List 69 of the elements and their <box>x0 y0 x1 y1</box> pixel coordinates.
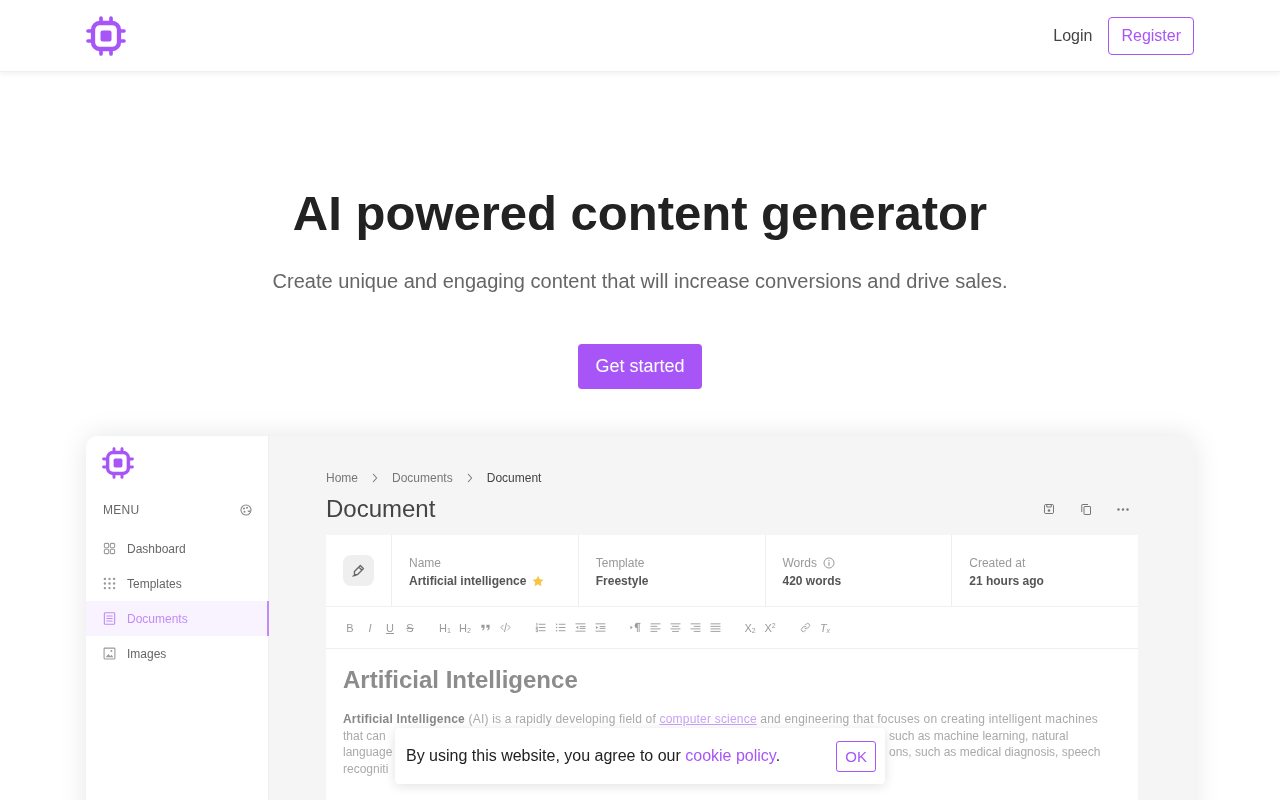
palette-icon[interactable] <box>240 504 252 516</box>
document-icon <box>103 612 116 625</box>
ok-button[interactable]: OK <box>836 740 876 772</box>
copy-icon[interactable] <box>1080 503 1092 515</box>
strikethrough-button[interactable]: S <box>402 621 418 634</box>
indent-icon[interactable] <box>594 622 606 633</box>
info-value: 21 hours ago <box>969 574 1044 588</box>
align-left-icon[interactable] <box>649 622 661 633</box>
align-center-icon[interactable] <box>669 622 681 633</box>
info-label: Created at <box>969 556 1026 570</box>
info-label: Template <box>595 556 645 570</box>
bullet-list-icon[interactable] <box>554 622 566 633</box>
chevron-right-icon <box>466 473 473 483</box>
cookie-policy-link[interactable]: cookie policy <box>685 747 776 764</box>
image-icon <box>103 647 116 660</box>
outdent-icon[interactable] <box>574 622 586 633</box>
pencil-icon <box>343 555 374 586</box>
italic-button[interactable]: I <box>362 621 378 634</box>
text-link[interactable]: computer science <box>659 712 757 726</box>
paragraph-text: language <box>343 744 393 762</box>
hero-subtitle: Create unique and engaging content that will increase conversions and drive sales. <box>272 269 1008 294</box>
code-icon[interactable] <box>499 622 511 633</box>
paragraph-text: ons, such as medical diagnosis, speech <box>889 744 1101 762</box>
heading-button[interactable]: H$_{2}$ <box>457 621 473 634</box>
get-started-button[interactable]: Get started <box>578 344 702 389</box>
breadcrumb-link[interactable]: Documents <box>392 471 453 485</box>
sidebar-item[interactable]: Dashboard <box>86 531 269 566</box>
paragraph-text: such as machine learning, natural <box>889 727 1069 745</box>
info-value: Freestyle <box>595 574 649 588</box>
paragraph-text: Artificial Intelligence (AI) is a rapidly developing field of computer science and engineering that focuses on creating intelligent machines <box>343 711 1100 728</box>
save-icon[interactable] <box>1043 503 1055 515</box>
subscript-button[interactable]: X$_{2}$ <box>742 621 758 634</box>
login-link[interactable]: Login <box>1053 27 1093 45</box>
align-right-icon[interactable] <box>689 622 701 633</box>
chip-logo-icon[interactable] <box>86 16 126 56</box>
underline-button[interactable]: U <box>382 621 398 634</box>
paragraph-text: recogniti <box>343 761 389 778</box>
numbered-list-icon[interactable] <box>534 622 546 633</box>
info-label: Name <box>409 556 441 570</box>
quote-icon[interactable] <box>479 622 491 633</box>
hero-title: AI powered content generator <box>292 185 988 242</box>
page-title: Document <box>326 494 436 524</box>
justify-icon[interactable] <box>709 622 721 633</box>
sidebar-item[interactable]: Documents <box>86 601 269 636</box>
register-button[interactable]: Register <box>1108 17 1194 55</box>
breadcrumb-link[interactable]: Home <box>326 471 358 485</box>
document-heading: Artificial Intelligence <box>343 665 579 695</box>
info-label: Words <box>782 556 817 570</box>
chevron-right-icon <box>372 473 378 483</box>
breadcrumb-link[interactable]: Document <box>486 471 542 485</box>
superscript-button[interactable]: X$^{2}$ <box>762 621 778 634</box>
paragraph-direction-icon[interactable] <box>629 622 641 633</box>
paragraph-text: that can <box>343 727 386 745</box>
chip-logo-icon[interactable] <box>102 447 134 479</box>
more-options-icon[interactable] <box>1117 507 1129 511</box>
link-icon[interactable] <box>799 622 811 633</box>
dashboard-grid-icon <box>103 542 116 555</box>
menu-heading: MENU <box>103 503 140 517</box>
info-value: Artificial intelligence <box>409 574 527 588</box>
sidebar-item[interactable]: Images <box>86 636 269 671</box>
info-icon[interactable] <box>822 557 835 569</box>
star-icon[interactable] <box>532 575 545 587</box>
clear-format-button[interactable]: T$_{x}$ <box>817 621 833 634</box>
info-value: 420 words <box>782 574 842 588</box>
sidebar-item[interactable]: Templates <box>86 566 269 601</box>
cookie-notice-text: By using this website, you agree to our cookie policy. <box>406 747 781 765</box>
bold-button[interactable]: B <box>342 621 358 634</box>
heading-button[interactable]: H$_{1}$ <box>437 621 453 634</box>
dot-grid-icon <box>103 577 116 590</box>
